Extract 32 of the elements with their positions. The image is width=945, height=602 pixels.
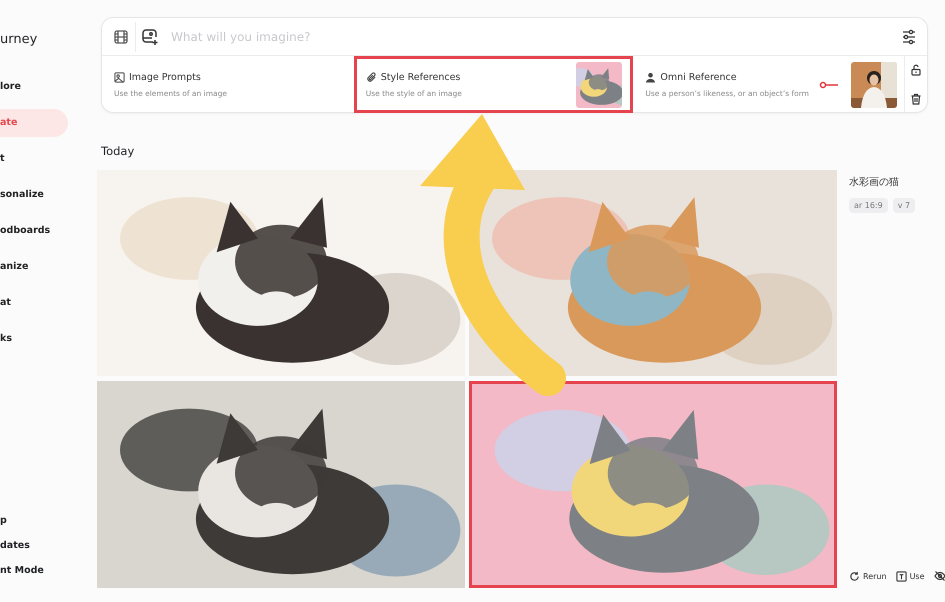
parameter-tag: ar 16:9 [849,198,888,213]
prompt-text: 水彩画の猫 [849,176,900,189]
use-button[interactable]: Use [896,570,925,582]
reference-title: Style References [380,72,460,82]
rerun-button[interactable]: Rerun [849,570,887,582]
connector-icon [819,80,840,88]
unlock-icon[interactable] [910,64,922,76]
trash-icon[interactable] [910,92,922,105]
sidebar-item[interactable]: lore [0,73,58,101]
sidebar-item[interactable]: at [0,289,58,317]
sidebar-item[interactable]: anize [0,253,58,281]
paperclip-icon [366,72,377,82]
sidebar-item[interactable]: ks [0,325,58,353]
person-icon [645,72,656,82]
sidebar-item[interactable]: nt Mode [0,558,72,583]
sidebar-item[interactable]: sonalize [0,181,58,209]
reference-title: Image Prompts [129,72,201,82]
film-icon[interactable] [113,28,129,44]
text-box-icon [896,570,907,582]
hide-icon[interactable] [934,570,945,582]
reference-title: Omni Reference [660,72,737,82]
sidebar-item[interactable]: p [0,508,72,533]
settings-icon[interactable] [901,28,917,44]
sidebar-item[interactable]: dates [0,533,72,558]
section-title: Today [101,143,136,159]
add-image-icon[interactable] [141,28,159,46]
image-icon [114,72,125,82]
sidebar-item[interactable]: t [0,145,58,173]
sidebar-item[interactable]: odboards [0,217,58,245]
parameter-tag: v 7 [892,198,916,213]
app-logo: urney [0,31,38,49]
rerun-icon [849,570,860,582]
